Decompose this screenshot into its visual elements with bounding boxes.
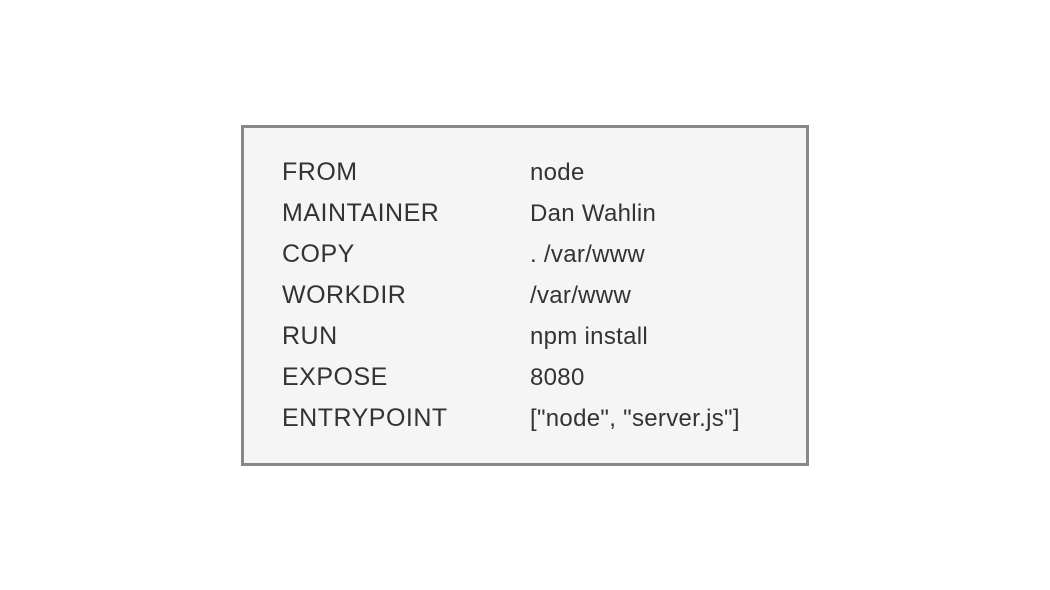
dockerfile-keyword: RUN xyxy=(282,322,530,351)
dockerfile-line: RUN npm install xyxy=(282,322,776,351)
dockerfile-value: . /var/www xyxy=(530,241,645,269)
dockerfile-line: MAINTAINER Dan Wahlin xyxy=(282,199,776,228)
dockerfile-line: ENTRYPOINT ["node", "server.js"] xyxy=(282,404,776,433)
dockerfile-value: npm install xyxy=(530,323,648,351)
dockerfile-line: EXPOSE 8080 xyxy=(282,363,776,392)
dockerfile-box: FROM node MAINTAINER Dan Wahlin COPY . /… xyxy=(241,125,809,466)
dockerfile-value: 8080 xyxy=(530,364,585,392)
dockerfile-value: Dan Wahlin xyxy=(530,200,656,228)
dockerfile-line: WORKDIR /var/www xyxy=(282,281,776,310)
dockerfile-keyword: EXPOSE xyxy=(282,363,530,392)
dockerfile-keyword: MAINTAINER xyxy=(282,199,530,228)
dockerfile-keyword: WORKDIR xyxy=(282,281,530,310)
dockerfile-value: node xyxy=(530,159,585,187)
dockerfile-line: COPY . /var/www xyxy=(282,240,776,269)
dockerfile-keyword: COPY xyxy=(282,240,530,269)
dockerfile-keyword: ENTRYPOINT xyxy=(282,404,530,433)
dockerfile-value: ["node", "server.js"] xyxy=(530,405,740,433)
dockerfile-line: FROM node xyxy=(282,158,776,187)
dockerfile-keyword: FROM xyxy=(282,158,530,187)
dockerfile-value: /var/www xyxy=(530,282,631,310)
